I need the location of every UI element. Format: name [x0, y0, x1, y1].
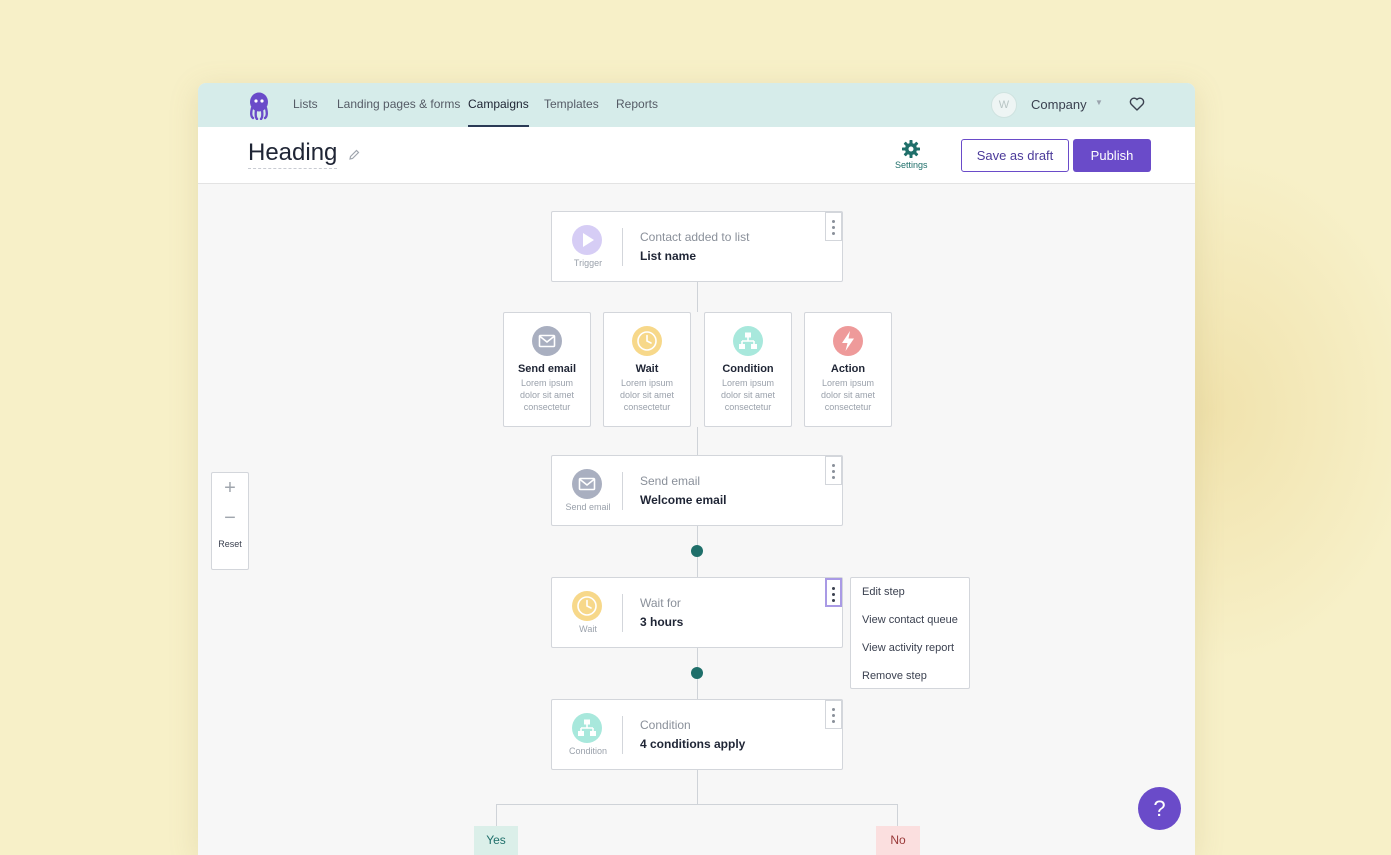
connector-line	[697, 769, 698, 804]
node-divider	[622, 228, 623, 266]
wait-node[interactable]: Wait Wait for 3 hours	[551, 577, 843, 648]
option-title: Action	[830, 363, 866, 375]
wait-label: Wait for	[640, 596, 681, 610]
nav-reports[interactable]: Reports	[616, 83, 658, 127]
wait-icon-label: Wait	[579, 624, 597, 634]
connector-line	[697, 282, 698, 312]
option-title: Wait	[635, 363, 659, 375]
kebab-menu-icon[interactable]	[825, 456, 842, 485]
option-description: Lorem ipsum dolor sit amet consectetur	[820, 378, 876, 412]
pencil-icon[interactable]	[348, 149, 360, 161]
node-divider	[622, 716, 623, 754]
trigger-value: List name	[640, 249, 697, 263]
branch-line	[897, 804, 898, 826]
send-email-icon-label: Send email	[565, 502, 611, 512]
save-as-draft-button[interactable]: Save as draft	[961, 139, 1069, 172]
menu-item-view-activity-report[interactable]: View activity report	[851, 639, 969, 667]
trigger-label: Contact added to list	[640, 230, 750, 244]
zoom-controls: + − Reset	[211, 472, 249, 570]
publish-button[interactable]: Publish	[1073, 139, 1151, 172]
option-description: Lorem ipsum dolor sit amet consectetur	[519, 378, 575, 412]
settings-button[interactable]: Settings	[895, 139, 928, 175]
menu-item-edit-step[interactable]: Edit step	[851, 583, 969, 611]
bolt-icon	[833, 326, 863, 356]
option-description: Lorem ipsum dolor sit amet consectetur	[619, 378, 675, 412]
branch-no-label[interactable]: No	[876, 826, 920, 855]
envelope-icon	[572, 469, 602, 499]
step-context-menu: Edit step View contact queue View activi…	[850, 577, 970, 689]
option-condition[interactable]: Condition Lorem ipsum dolor sit amet con…	[704, 312, 792, 427]
zoom-in-button[interactable]: +	[212, 473, 248, 503]
node-divider	[622, 472, 623, 510]
help-button[interactable]: ?	[1138, 787, 1181, 830]
kebab-menu-icon[interactable]	[825, 578, 842, 607]
trigger-icon-label: Trigger	[573, 258, 603, 268]
connector-line	[697, 427, 698, 456]
option-title: Send email	[517, 363, 577, 375]
gear-icon	[902, 140, 920, 158]
zoom-reset-button[interactable]: Reset	[212, 539, 248, 549]
kebab-menu-icon[interactable]	[825, 212, 842, 241]
wait-value: 3 hours	[640, 615, 684, 629]
condition-node[interactable]: Condition Condition 4 conditions apply	[551, 699, 843, 770]
branch-line	[496, 804, 898, 805]
company-avatar[interactable]: W	[991, 92, 1017, 118]
clock-icon	[572, 591, 602, 621]
zoom-out-button[interactable]: −	[212, 503, 248, 533]
chevron-down-icon[interactable]: ▼	[1095, 98, 1103, 107]
page-header: Heading Settings Save as draft Publish	[198, 127, 1195, 184]
branch-line	[496, 804, 497, 826]
kebab-menu-icon[interactable]	[825, 700, 842, 729]
nav-landing-pages[interactable]: Landing pages & forms	[337, 83, 460, 127]
option-action[interactable]: Action Lorem ipsum dolor sit amet consec…	[804, 312, 892, 427]
condition-icon-label: Condition	[568, 746, 608, 756]
option-send-email[interactable]: Send email Lorem ipsum dolor sit amet co…	[503, 312, 591, 427]
trigger-node[interactable]: Trigger Contact added to list List name	[551, 211, 843, 282]
send-email-label: Send email	[640, 474, 701, 488]
condition-icon	[572, 713, 602, 743]
nav-campaigns[interactable]: Campaigns	[468, 83, 529, 127]
octopus-logo-icon[interactable]	[247, 92, 271, 120]
heart-icon[interactable]	[1129, 96, 1145, 112]
workflow-canvas[interactable]: Trigger Contact added to list List name …	[198, 184, 1195, 855]
company-name[interactable]: Company	[1031, 83, 1087, 127]
add-step-dot[interactable]	[691, 545, 703, 557]
envelope-icon	[532, 326, 562, 356]
condition-label: Condition	[640, 718, 691, 732]
settings-label: Settings	[895, 160, 928, 170]
condition-value: 4 conditions apply	[640, 737, 746, 751]
add-step-dot[interactable]	[691, 667, 703, 679]
option-description: Lorem ipsum dolor sit amet consectetur	[720, 378, 776, 412]
top-nav: Lists Landing pages & forms Campaigns Te…	[198, 83, 1195, 127]
condition-icon	[733, 326, 763, 356]
clock-icon	[632, 326, 662, 356]
send-email-value: Welcome email	[640, 493, 727, 507]
app-window: Lists Landing pages & forms Campaigns Te…	[198, 83, 1195, 855]
send-email-node[interactable]: Send email Send email Welcome email	[551, 455, 843, 526]
branch-yes-label[interactable]: Yes	[474, 826, 518, 855]
menu-item-remove-step[interactable]: Remove step	[851, 667, 969, 695]
play-icon	[572, 225, 602, 255]
menu-item-view-contact-queue[interactable]: View contact queue	[851, 611, 969, 639]
page-title[interactable]: Heading	[248, 139, 338, 169]
option-title: Condition	[722, 363, 774, 375]
nav-lists[interactable]: Lists	[293, 83, 318, 127]
nav-templates[interactable]: Templates	[544, 83, 599, 127]
node-divider	[622, 594, 623, 632]
option-wait[interactable]: Wait Lorem ipsum dolor sit amet consecte…	[603, 312, 691, 427]
